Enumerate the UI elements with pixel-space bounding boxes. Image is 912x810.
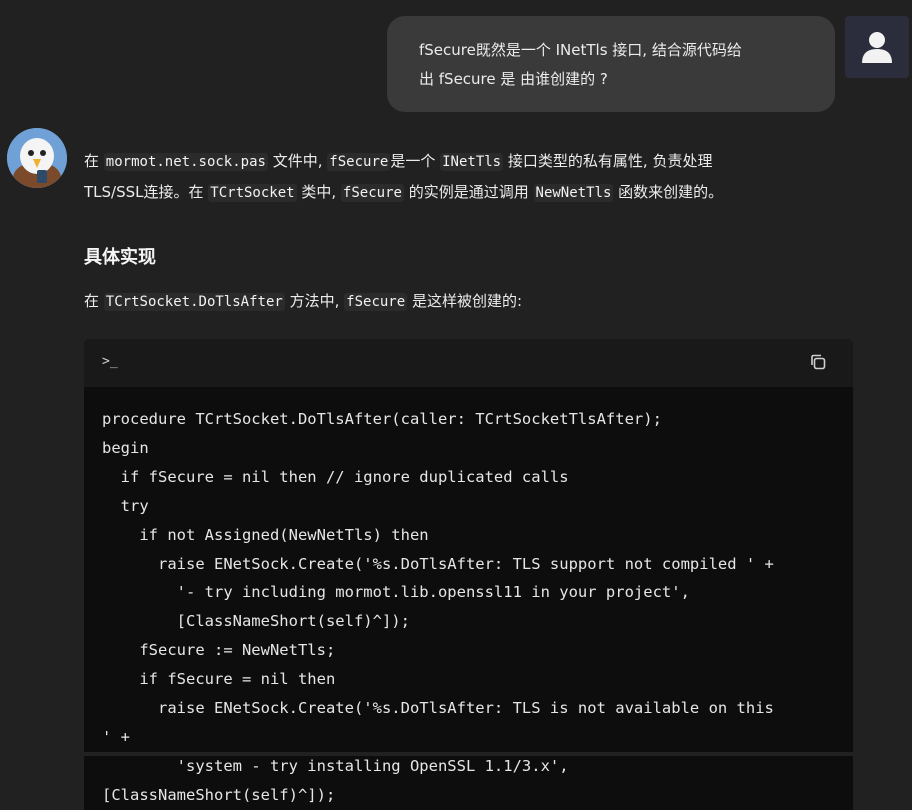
code-block-header: >_ — [84, 339, 853, 387]
text: TLS/SSL连接。在 — [84, 183, 204, 201]
text: 类中, — [301, 183, 337, 201]
code-line: try — [102, 496, 149, 515]
assistant-paragraph-2: 在 TCrtSocket.DoTlsAfter 方法中, fSecure 是这样… — [84, 286, 522, 317]
user-message-line-1: fSecure既然是一个 INetTls 接口, 结合源代码给 — [419, 41, 742, 59]
code-line: raise ENetSock.Create('%s.DoTlsAfter: TL… — [102, 699, 774, 718]
code-line: 'system - try installing OpenSSL 1.1/3.x… — [102, 756, 569, 775]
section-heading: 具体实现 — [84, 247, 156, 268]
copy-icon — [811, 354, 826, 370]
user-message-bubble: fSecure既然是一个 INetTls 接口, 结合源代码给 出 fSecur… — [387, 16, 835, 112]
user-message-row: fSecure既然是一个 INetTls 接口, 结合源代码给 出 fSecur… — [0, 16, 912, 112]
code-line: ' + — [102, 727, 130, 746]
text: 方法中, — [289, 292, 340, 310]
code-line: [ClassNameShort(self)^]); — [102, 612, 410, 631]
inline-code: fSecure — [340, 184, 404, 202]
text: 文件中, — [272, 152, 323, 170]
code-line: begin — [102, 438, 149, 457]
code-line: raise ENetSock.Create('%s.DoTlsAfter: TL… — [102, 554, 774, 573]
eagle-avatar-icon — [7, 128, 67, 188]
text: 是这样被创建的: — [411, 292, 523, 310]
code-line: fSecure := NewNetTls; — [102, 641, 336, 660]
code-block: >_ procedure TCrtSocket.DoTlsAfter(calle… — [84, 339, 853, 810]
code-line: if fSecure = nil then — [102, 670, 336, 689]
user-avatar[interactable] — [845, 16, 909, 78]
inline-code: TCrtSocket.DoTlsAfter — [103, 293, 285, 311]
code-line: procedure TCrtSocket.DoTlsAfter(caller: … — [102, 410, 662, 428]
inline-code: NewNetTls — [533, 184, 614, 202]
inline-code: INetTls — [440, 153, 504, 171]
code-line: '- try including mormot.lib.openssl11 in… — [102, 583, 690, 602]
assistant-avatar — [7, 128, 67, 188]
inline-code: TCrtSocket — [208, 184, 297, 202]
code-line: [ClassNameShort(self)^]); — [102, 785, 336, 804]
text: 是一个 — [390, 152, 436, 170]
code-line: if fSecure = nil then // ignore duplicat… — [102, 467, 569, 486]
inline-code: fSecure — [327, 153, 391, 171]
inline-code: mormot.net.sock.pas — [103, 153, 268, 171]
user-icon — [862, 32, 892, 63]
assistant-message: 在 mormot.net.sock.pas 文件中, fSecure 是一个 IN… — [84, 146, 844, 208]
text: 在 — [84, 152, 100, 170]
text: 的实例是通过调用 — [408, 183, 529, 201]
user-message-line-2: 出 fSecure 是 由谁创建的 ? — [419, 70, 608, 88]
text: 接口类型的私有属性, 负责处理 — [507, 152, 713, 170]
code-content: procedure TCrtSocket.DoTlsAfter(caller: … — [84, 387, 853, 810]
divider — [84, 752, 853, 756]
terminal-icon: >_ — [102, 354, 118, 369]
text: 在 — [84, 292, 100, 310]
copy-button[interactable] — [809, 353, 829, 373]
code-line: if not Assigned(NewNetTls) then — [102, 525, 429, 544]
text: 函数来创建的。 — [618, 183, 724, 201]
inline-code: fSecure — [344, 293, 408, 311]
assistant-paragraph-1: 在 mormot.net.sock.pas 文件中, fSecure 是一个 IN… — [84, 146, 844, 208]
